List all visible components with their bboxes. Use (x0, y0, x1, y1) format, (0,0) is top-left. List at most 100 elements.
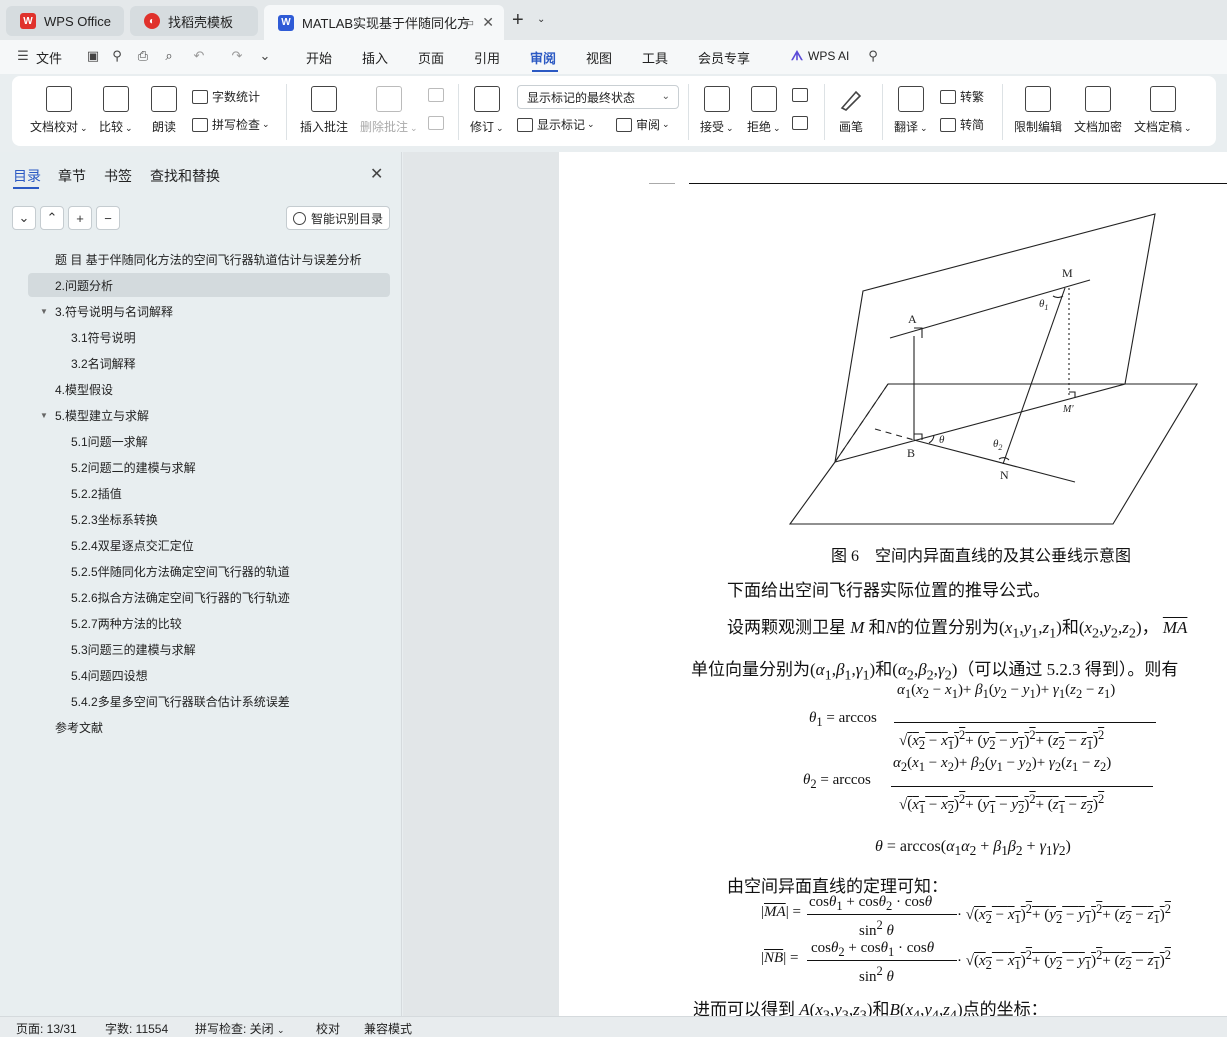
next-change-icon (792, 116, 808, 130)
menu-page[interactable]: 页面 (418, 48, 444, 67)
figure-label-M: M (1062, 266, 1073, 280)
separator (458, 84, 459, 140)
equation-theta1-denominator: √(x2 − x1)2+ (y2 − y1)2+ (z2 − z1)2 (899, 728, 1105, 752)
doc-finalize-button[interactable]: 文档定稿 ⌄ (1134, 86, 1192, 135)
prev-comment-button[interactable] (428, 88, 448, 102)
hamburger-icon[interactable]: ☰ (14, 48, 32, 64)
revise-button[interactable]: 修订 ⌄ (470, 86, 504, 135)
insert-comment-button[interactable]: 插入批注 (300, 86, 348, 135)
toc-item[interactable]: 5.2.4双星逐点交汇定位 (28, 533, 390, 557)
search-icon[interactable]: ⚲ (864, 48, 882, 64)
toc-item[interactable]: 4.模型假设 (28, 377, 390, 401)
nav-tab-toc[interactable]: 目录 (13, 166, 41, 186)
tab-wps-office[interactable]: W WPS Office (6, 6, 124, 36)
accept-button[interactable]: 接受 ⌄ (700, 86, 734, 135)
equation-theta2-lhs: θ2 = arccos (803, 772, 871, 791)
pen-button[interactable]: 画笔 (838, 86, 864, 135)
share-icon[interactable]: ⚲ (108, 48, 126, 64)
nav-tab-bookmarks[interactable]: 书签 (104, 166, 132, 186)
tab-docer-templates[interactable]: ◐ 找稻壳模板 (130, 6, 258, 36)
toc-item[interactable]: 5.2.2插值 (28, 481, 390, 505)
minus-icon[interactable]: − (96, 206, 120, 230)
toc-item[interactable]: 5.2问题二的建模与求解 (28, 455, 390, 479)
restrict-edit-button[interactable]: 限制编辑 (1014, 86, 1062, 135)
separator (286, 84, 287, 140)
reject-button[interactable]: 拒绝 ⌄ (747, 86, 781, 135)
to-traditional-button[interactable]: 转繁 (940, 88, 984, 105)
menu-membership[interactable]: 会员专享 (698, 48, 750, 67)
spell-check-button[interactable]: 拼写检查 ⌄ (192, 116, 270, 133)
toc-item[interactable]: 5.4问题四设想 (28, 663, 390, 687)
close-icon[interactable]: ✕ (482, 14, 494, 31)
next-change-button[interactable] (792, 116, 812, 130)
toc-item-selected[interactable]: 2.问题分析 (28, 273, 390, 297)
menu-wps-ai[interactable]: WPS AI (808, 49, 849, 63)
toc-item[interactable]: 题 目 基于伴随同化方法的空间飞行器轨道估计与误差分析 (28, 247, 390, 271)
menu-tools[interactable]: 工具 (642, 48, 668, 67)
menu-start[interactable]: 开始 (306, 48, 332, 67)
redo-icon[interactable]: ↷ (228, 48, 246, 64)
menu-review[interactable]: 审阅 (530, 48, 556, 67)
chevron-down-icon[interactable]: ⌄ (12, 206, 36, 230)
document-page[interactable]: A M M' B N θ θ1 θ2 图 6 空间内异面直线的及其公垂线示意图 … (559, 152, 1227, 1016)
menu-insert[interactable]: 插入 (362, 48, 388, 67)
smart-toc-button[interactable]: 智能识别目录 (286, 206, 390, 230)
toc-item[interactable]: 3.1符号说明 (28, 325, 390, 349)
doc-proof-button[interactable]: 文档校对 ⌄ (30, 86, 88, 135)
equation-MA-sqrt: · √(x2 − x1)2+ (y2 − y1)2+ (z2 − z1)2 (957, 902, 1171, 926)
tab-document[interactable]: W MATLAB实现基于伴随同化方 ▭ ✕ (264, 5, 504, 40)
show-markup-button[interactable]: 显示标记 ⌄ (517, 116, 595, 133)
expand-triangle-icon[interactable]: ▼ (40, 411, 48, 420)
review-pane-button[interactable]: 审阅 ⌄ (616, 116, 670, 133)
chevron-up-icon[interactable]: ⌃ (40, 206, 64, 230)
expand-triangle-icon[interactable]: ▼ (40, 307, 48, 316)
more-chevron-icon[interactable]: ⌄ (256, 48, 274, 64)
status-page[interactable]: 页面: 13/31 (16, 1020, 77, 1037)
toc-item[interactable]: 5.4.2多星多空间飞行器联合估计系统误差 (28, 689, 390, 713)
toc-item[interactable]: 5.1问题一求解 (28, 429, 390, 453)
toc-item[interactable]: 5.2.3坐标系转换 (28, 507, 390, 531)
toc-item[interactable]: ▼ 5.模型建立与求解 (28, 403, 390, 427)
nav-tab-chapters[interactable]: 章节 (58, 166, 86, 186)
unit-vector-1: (α1,β1,γ1) (810, 660, 876, 684)
menu-reference[interactable]: 引用 (474, 48, 500, 67)
status-spell-check[interactable]: 拼写检查: 关闭 ⌄ (195, 1020, 285, 1037)
menu-view[interactable]: 视图 (586, 48, 612, 67)
next-comment-button[interactable] (428, 116, 448, 130)
menu-file[interactable]: 文件 (36, 48, 62, 67)
markup-state-select[interactable]: 显示标记的最终状态 ⌄ (517, 85, 679, 109)
new-tab-plus-icon[interactable]: + (512, 9, 524, 32)
toc-item[interactable]: 3.2名词解释 (28, 351, 390, 375)
translate-button[interactable]: 翻译 ⌄ (894, 86, 928, 135)
doc-encrypt-button[interactable]: 文档加密 (1074, 86, 1122, 135)
status-proof[interactable]: 校对 (316, 1020, 340, 1037)
print-preview-icon[interactable]: ⌕ (160, 48, 178, 64)
toc-item-label: 题 目 基于伴随同化方法的空间飞行器轨道估计与误差分析 (55, 252, 362, 267)
status-word-count[interactable]: 字数: 11554 (105, 1020, 168, 1037)
prev-change-button[interactable] (792, 88, 812, 102)
toc-item[interactable]: 5.3问题三的建模与求解 (28, 637, 390, 661)
toc-item[interactable]: 5.2.6拟合方法确定空间飞行器的飞行轨迹 (28, 585, 390, 609)
separator (824, 84, 825, 140)
delete-comment-button[interactable]: 删除批注 ⌄ (360, 86, 418, 135)
show-markup-label: 显示标记 (537, 118, 586, 132)
wps-logo-icon: W (20, 13, 36, 29)
close-icon[interactable]: ✕ (370, 164, 383, 184)
read-aloud-button[interactable]: 朗读 (151, 86, 177, 135)
word-count-button[interactable]: 字数统计 (192, 88, 260, 105)
toc-item[interactable]: 5.2.7两种方法的比较 (28, 611, 390, 635)
toc-item-label: 5.模型建立与求解 (55, 408, 150, 423)
compare-button[interactable]: 比较 ⌄ (99, 86, 133, 135)
chevron-down-icon[interactable]: ⌄ (537, 14, 545, 25)
print-icon[interactable]: ⎙ (134, 48, 152, 64)
save-icon[interactable]: ▣ (84, 48, 102, 64)
undo-icon[interactable]: ↶ (190, 48, 208, 64)
nav-tab-indicator (13, 187, 39, 189)
nav-tab-find-replace[interactable]: 查找和替换 (150, 166, 220, 186)
plus-icon[interactable]: + (68, 206, 92, 230)
toc-item[interactable]: ▼ 3.符号说明与名词解释 (28, 299, 390, 323)
toc-item[interactable]: 参考文献 (28, 715, 390, 739)
tab-label: 找稻壳模板 (168, 14, 234, 30)
to-simplified-button[interactable]: 转简 (940, 116, 984, 133)
toc-item[interactable]: 5.2.5伴随同化方法确定空间飞行器的轨道 (28, 559, 390, 583)
